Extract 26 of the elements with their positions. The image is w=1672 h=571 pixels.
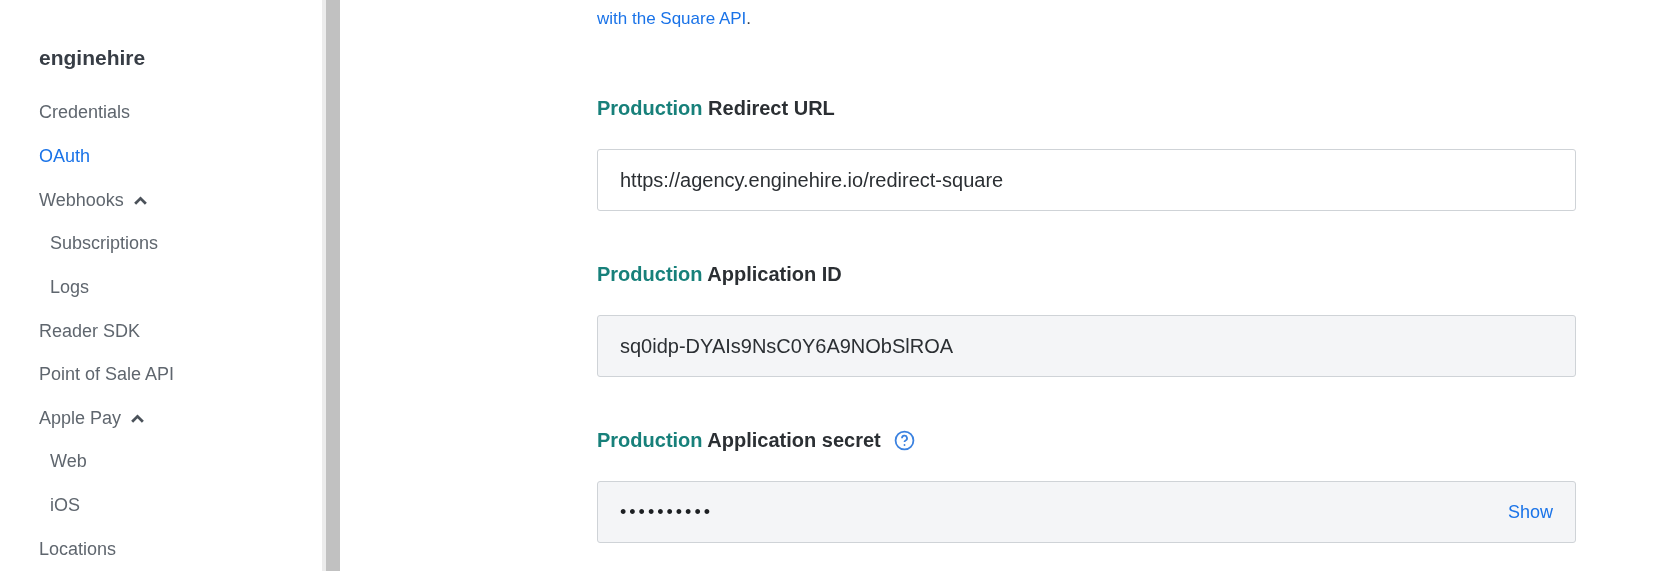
help-icon[interactable] — [893, 430, 915, 451]
account-name: enginehire — [39, 46, 147, 70]
sidebar-item[interactable]: Logs — [39, 265, 322, 310]
chevron-up-icon[interactable] — [132, 194, 148, 206]
intro-text: with the Square API. — [597, 9, 753, 29]
sidebar-item[interactable]: Subscriptions — [39, 221, 322, 266]
field-label: Production Application secret — [597, 429, 881, 452]
sidebar-item[interactable]: iOS — [39, 483, 322, 528]
sidebar-item[interactable]: OAuth — [39, 134, 322, 179]
secret-field[interactable]: •••••••••• Show — [597, 481, 1576, 543]
scrollbar[interactable] — [322, 0, 340, 571]
show-link[interactable]: Show — [1507, 501, 1553, 523]
sidebar-item[interactable]: Locations — [39, 527, 322, 571]
sidebar-item[interactable]: Credentials — [39, 91, 322, 135]
sidebar-item[interactable]: Apple Pay — [39, 396, 322, 441]
sidebar-item[interactable]: Webhooks — [39, 178, 322, 222]
api-link[interactable]: with the Square API — [597, 9, 747, 28]
field-label: Production Redirect URL — [597, 97, 835, 120]
field-label: Production Application ID — [597, 263, 842, 286]
id-field[interactable]: sq0idp-DYAIs9NsC0Y6A9NObSlROA — [597, 315, 1576, 377]
url-field[interactable]: https://agency.enginehire.io/redirect-square — [597, 149, 1576, 211]
sidebar-item[interactable]: Web — [39, 440, 322, 484]
chevron-up-icon[interactable] — [130, 412, 146, 424]
sidebar-item[interactable]: Reader SDK — [39, 309, 322, 353]
sidebar-item[interactable]: Point of Sale API — [39, 352, 322, 397]
masked-value: •••••••••• — [620, 501, 714, 523]
